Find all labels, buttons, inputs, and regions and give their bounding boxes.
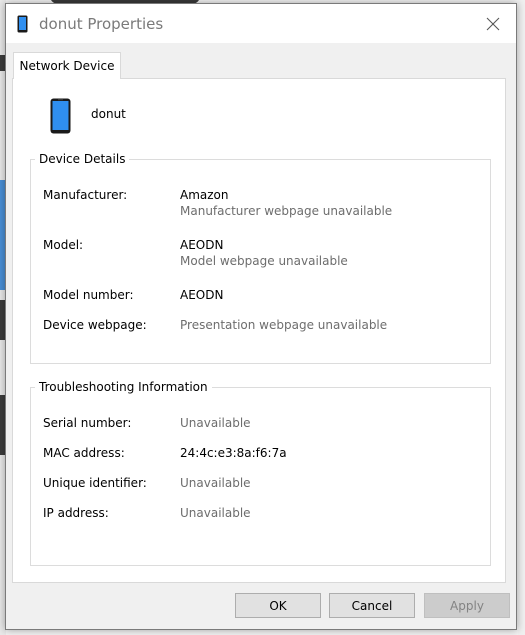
title-bar[interactable]: donut Properties	[6, 4, 516, 43]
ip-address-value: Unavailable	[180, 506, 251, 520]
ok-button[interactable]: OK	[235, 593, 321, 618]
close-icon	[486, 17, 500, 30]
serial-number-label: Serial number:	[43, 416, 132, 430]
tab-network-device[interactable]: Network Device	[13, 52, 121, 79]
apply-button[interactable]: Apply	[424, 593, 510, 618]
device-name: donut	[91, 107, 126, 121]
model-value: AEODN	[180, 238, 224, 252]
cancel-button[interactable]: Cancel	[329, 593, 415, 618]
manufacturer-webpage-status: Manufacturer webpage unavailable	[180, 204, 393, 218]
close-button[interactable]	[470, 4, 516, 43]
mac-address-label: MAC address:	[43, 446, 125, 460]
ip-address-label: IP address:	[43, 506, 109, 520]
model-number-label: Model number:	[43, 288, 134, 302]
device-webpage-label: Device webpage:	[43, 318, 147, 332]
group-title: Troubleshooting Information	[35, 379, 212, 395]
phone-icon	[17, 15, 28, 33]
model-label: Model:	[43, 238, 84, 252]
properties-dialog: donut Properties Network Device donut De…	[5, 3, 517, 630]
unique-identifier-label: Unique identifier:	[43, 476, 147, 490]
mac-address-value: 24:4c:e3:8a:f6:7a	[180, 446, 287, 460]
tab-panel: donut Device Details Manufacturer: Amazo…	[12, 78, 506, 583]
troubleshooting-group: Troubleshooting Information Serial numbe…	[30, 379, 491, 566]
model-webpage-status: Model webpage unavailable	[180, 254, 348, 268]
manufacturer-value: Amazon	[180, 188, 229, 202]
device-webpage-value: Presentation webpage unavailable	[180, 318, 388, 332]
device-details-group: Device Details Manufacturer: Amazon Manu…	[30, 151, 491, 364]
group-title: Device Details	[35, 151, 130, 167]
serial-number-value: Unavailable	[180, 416, 251, 430]
model-number-value: AEODN	[180, 288, 224, 302]
background-right-edge	[518, 0, 525, 635]
unique-identifier-value: Unavailable	[180, 476, 251, 490]
manufacturer-label: Manufacturer:	[43, 188, 128, 202]
window-title: donut Properties	[39, 15, 164, 33]
phone-icon	[50, 98, 71, 134]
